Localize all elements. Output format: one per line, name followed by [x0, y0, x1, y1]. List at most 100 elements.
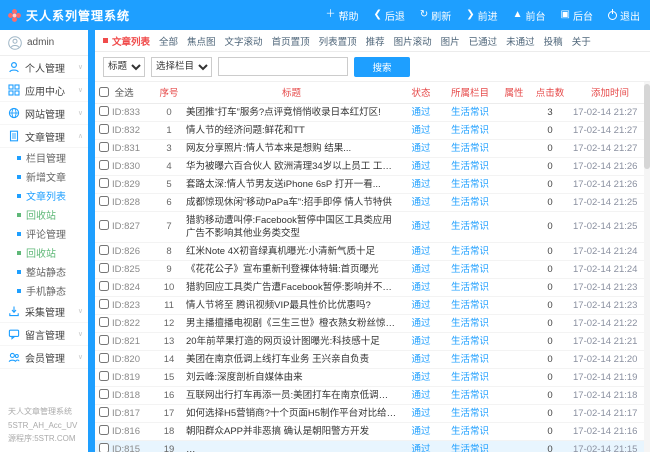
sidebar-item-personal[interactable]: 个人管理∨ — [0, 56, 88, 79]
tab-link[interactable]: 关于 — [572, 34, 591, 48]
row-title[interactable]: 猎豹回应工具类广告遭Facebook暂停:影响并不明显有限 — [183, 278, 400, 296]
row-status[interactable]: 通过 — [400, 404, 442, 422]
row-title[interactable]: 美团在南京低调上线打车业务 王兴亲自负责 — [183, 350, 400, 368]
row-checkbox[interactable] — [99, 124, 109, 134]
row-status[interactable]: 通过 — [400, 193, 442, 211]
sidebar-item-articles[interactable]: 文章管理∧ — [0, 125, 88, 148]
row-checkbox[interactable] — [99, 142, 109, 152]
tab-link[interactable]: 全部 — [159, 34, 178, 48]
tab-link[interactable]: 投稿 — [544, 34, 563, 48]
row-category[interactable]: 生活常识 — [442, 296, 498, 314]
table-row[interactable]: ID:8286成都惊现休闲“移动PaPa车”:招手即停 情人节特供通过生活常识0… — [95, 193, 650, 211]
table-row[interactable]: ID:8259《花花公子》宣布重新刊登裸体特辑:首页曝光通过生活常识017-02… — [95, 260, 650, 278]
row-title[interactable]: 套路太深:情人节男友送iPhone 6sP 打开一看... — [183, 175, 400, 193]
tab-link[interactable]: 已通过 — [469, 34, 498, 48]
row-title[interactable]: 刘云峰:深度剖析自媒体由来 — [183, 368, 400, 386]
row-category[interactable]: 生活常识 — [442, 332, 498, 350]
row-checkbox[interactable] — [99, 220, 109, 230]
row-status[interactable]: 通过 — [400, 440, 442, 452]
row-category[interactable]: 生活常识 — [442, 350, 498, 368]
row-category[interactable]: 生活常识 — [442, 404, 498, 422]
row-status[interactable]: 通过 — [400, 175, 442, 193]
row-title[interactable]: 互联网出行打车再添一员:美团打车在南京低调试行 — [183, 386, 400, 404]
logout-button[interactable]: 退出 — [608, 8, 640, 23]
row-title[interactable]: 《花花公子》宣布重新刊登裸体特辑:首页曝光 — [183, 260, 400, 278]
table-row[interactable]: ID:8268红米Note 4X初音绿真机曝光:小清新气质十足通过生活常识017… — [95, 242, 650, 260]
table-row[interactable]: ID:8330美团推“打车”服务?点评竟悄悄收录日本红灯区!通过生活常识317-… — [95, 103, 650, 121]
row-category[interactable]: 生活常识 — [442, 103, 498, 121]
sidebar-subitem[interactable]: 文章列表 — [0, 186, 88, 205]
row-category[interactable]: 生活常识 — [442, 440, 498, 452]
search-input[interactable] — [218, 57, 348, 76]
tab-link[interactable]: 文字滚动 — [225, 34, 263, 48]
tab-link[interactable]: 未通过 — [506, 34, 535, 48]
row-checkbox[interactable] — [99, 335, 109, 345]
row-category[interactable]: 生活常识 — [442, 242, 498, 260]
row-status[interactable]: 通过 — [400, 332, 442, 350]
sidebar-item-messages[interactable]: 留言管理∨ — [0, 323, 88, 346]
row-checkbox[interactable] — [99, 353, 109, 363]
search-field-select[interactable]: 标题 — [103, 57, 145, 77]
row-category[interactable]: 生活常识 — [442, 386, 498, 404]
row-title[interactable]: 情人节将至 腾讯视频VIP最具性价比优惠吗? — [183, 296, 400, 314]
row-checkbox[interactable] — [99, 178, 109, 188]
row-title[interactable]: … — [183, 440, 400, 452]
forward-button[interactable]: ❯前进 — [466, 8, 497, 23]
vertical-scrollbar[interactable] — [644, 82, 650, 452]
row-checkbox[interactable] — [99, 371, 109, 381]
row-title[interactable]: 美团推“打车”服务?点评竟悄悄收录日本红灯区! — [183, 103, 400, 121]
help-button[interactable]: ＋帮助 — [325, 8, 358, 23]
row-title[interactable]: 红米Note 4X初音绿真机曝光:小清新气质十足 — [183, 242, 400, 260]
table-row[interactable]: ID:81816互联网出行打车再添一员:美团打车在南京低调试行通过生活常识017… — [95, 386, 650, 404]
row-category[interactable]: 生活常识 — [442, 278, 498, 296]
back-button[interactable]: ❮后退 — [373, 8, 404, 23]
row-status[interactable]: 通过 — [400, 121, 442, 139]
row-category[interactable]: 生活常识 — [442, 157, 498, 175]
table-row[interactable]: ID:81915刘云峰:深度剖析自媒体由来通过生活常识017-02-14 21:… — [95, 368, 650, 386]
row-checkbox[interactable] — [99, 263, 109, 273]
scrollbar-thumb[interactable] — [644, 84, 650, 169]
user-account[interactable]: admin — [0, 30, 88, 56]
refresh-button[interactable]: ↻刷新 — [420, 8, 451, 23]
row-status[interactable]: 通过 — [400, 368, 442, 386]
category-select[interactable]: 选择栏目 — [151, 57, 212, 77]
table-row[interactable]: ID:82014美团在南京低调上线打车业务 王兴亲自负责通过生活常识017-02… — [95, 350, 650, 368]
row-checkbox[interactable] — [99, 299, 109, 309]
row-title[interactable]: 华为被曝六百合伙人 欧洲清理34岁以上员工 工资薄返首 — [183, 157, 400, 175]
row-status[interactable]: 通过 — [400, 157, 442, 175]
sidebar-item-members[interactable]: 会员管理∨ — [0, 346, 88, 369]
row-category[interactable]: 生活常识 — [442, 121, 498, 139]
row-status[interactable]: 通过 — [400, 350, 442, 368]
sidebar-subitem[interactable]: 评论管理 — [0, 224, 88, 243]
tab-link[interactable]: 推荐 — [366, 34, 385, 48]
row-status[interactable]: 通过 — [400, 422, 442, 440]
row-title[interactable]: 20年前苹果打造的网页设计图曝光:科技感十足 — [183, 332, 400, 350]
row-category[interactable]: 生活常识 — [442, 422, 498, 440]
table-row[interactable]: ID:81717如何选择H5营销商?十个页面H5制作平台对比给参考通过生活常识0… — [95, 404, 650, 422]
row-checkbox[interactable] — [99, 389, 109, 399]
row-checkbox[interactable] — [99, 106, 109, 116]
row-category[interactable]: 生活常识 — [442, 211, 498, 242]
select-all-checkbox[interactable] — [99, 87, 109, 97]
tab-link[interactable]: 列表置顶 — [319, 34, 357, 48]
table-row[interactable]: ID:82410猎豹回应工具类广告遭Facebook暂停:影响并不明显有限通过生… — [95, 278, 650, 296]
row-status[interactable]: 通过 — [400, 242, 442, 260]
row-status[interactable]: 通过 — [400, 139, 442, 157]
tab-link[interactable]: 首页置顶 — [272, 34, 310, 48]
row-status[interactable]: 通过 — [400, 260, 442, 278]
sidebar-subitem[interactable]: 新增文章 — [0, 167, 88, 186]
table-row[interactable]: ID:8313网友分享照片:情人节本来是想购 结果...通过生活常识017-02… — [95, 139, 650, 157]
tab-link[interactable]: 焦点图 — [187, 34, 216, 48]
sidebar-item-collect[interactable]: 采集管理∨ — [0, 300, 88, 323]
row-category[interactable]: 生活常识 — [442, 175, 498, 193]
row-category[interactable]: 生活常识 — [442, 193, 498, 211]
row-title[interactable]: 男主播擅播电视剧《三生三世》橙衣熟女粉丝惊动观众 — [183, 314, 400, 332]
row-status[interactable]: 通过 — [400, 211, 442, 242]
row-status[interactable]: 通过 — [400, 278, 442, 296]
row-category[interactable]: 生活常识 — [442, 368, 498, 386]
tab-link[interactable]: 图片 — [441, 34, 460, 48]
row-title[interactable]: 如何选择H5营销商?十个页面H5制作平台对比给参考 — [183, 404, 400, 422]
row-status[interactable]: 通过 — [400, 103, 442, 121]
row-checkbox[interactable] — [99, 160, 109, 170]
table-row[interactable]: ID:82311情人节将至 腾讯视频VIP最具性价比优惠吗?通过生活常识017-… — [95, 296, 650, 314]
